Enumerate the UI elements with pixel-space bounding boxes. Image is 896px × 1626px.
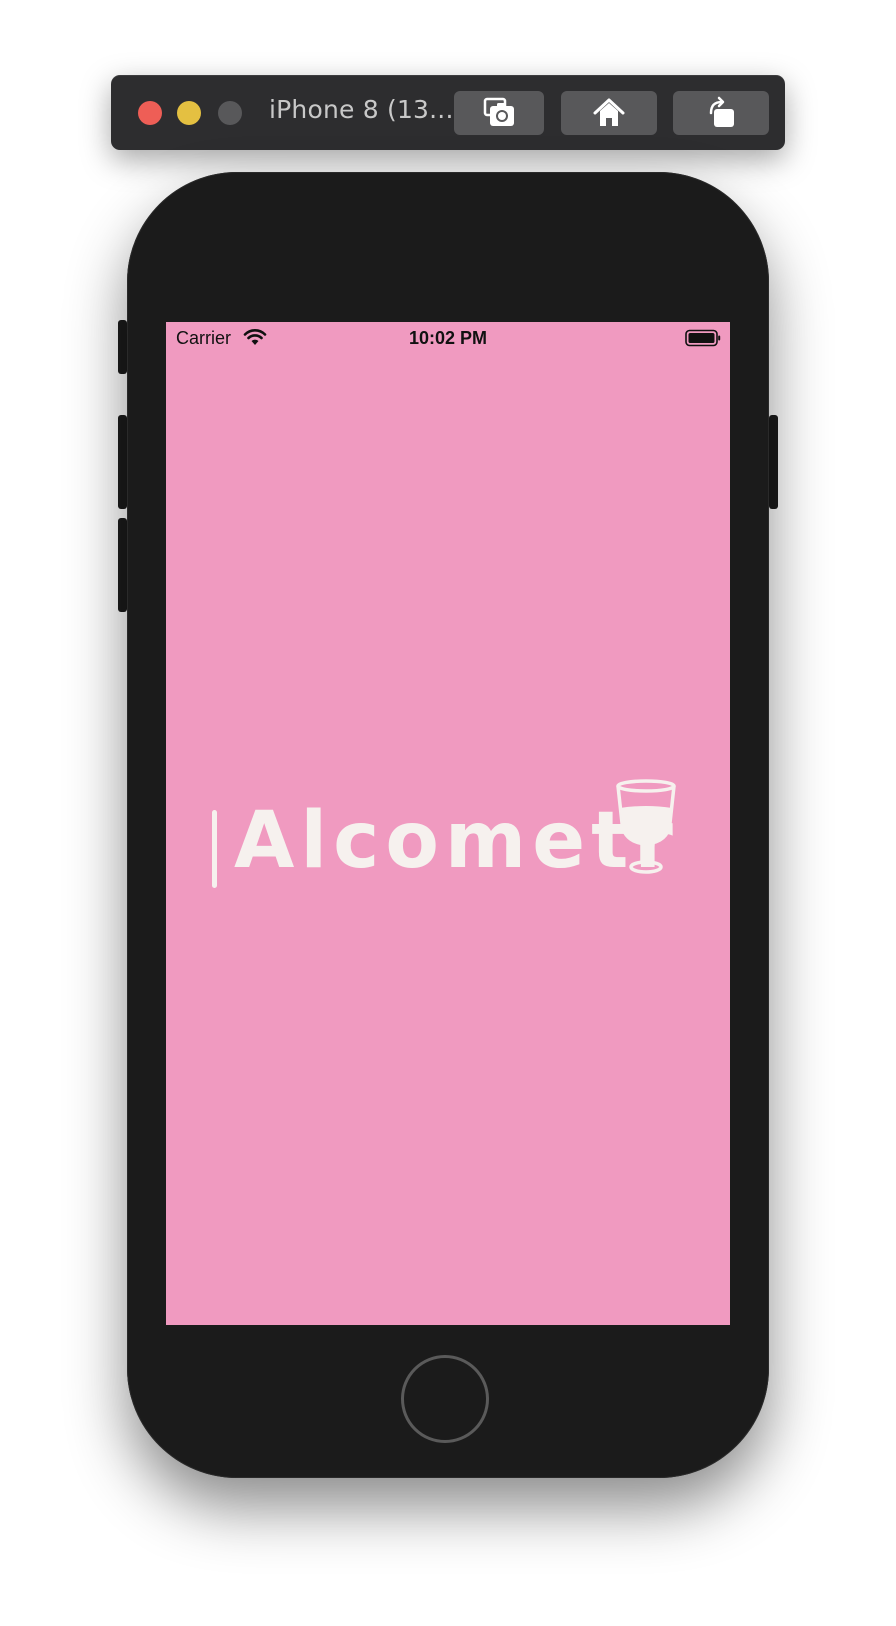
rotate-icon bbox=[709, 96, 734, 127]
house-icon bbox=[593, 98, 625, 126]
minimize-window-button[interactable] bbox=[177, 101, 201, 125]
volume-down-button[interactable] bbox=[118, 518, 127, 612]
wine-glass-icon bbox=[616, 779, 676, 874]
zoom-window-button[interactable] bbox=[218, 101, 242, 125]
status-time: 10:02 PM bbox=[408, 328, 488, 348]
device-home-button[interactable] bbox=[401, 1355, 489, 1443]
simulator-stage: iPhone 8 (13... Carrier 10:02 PM Alcomet… bbox=[0, 0, 896, 1626]
window-title: iPhone 8 (13... bbox=[269, 95, 454, 124]
close-window-button[interactable] bbox=[138, 101, 162, 125]
camera-icon bbox=[483, 97, 514, 126]
app-screen[interactable]: Carrier 10:02 PM Alcometr bbox=[166, 322, 730, 1325]
simulator-titlebar: iPhone 8 (13... bbox=[111, 75, 785, 150]
power-button[interactable] bbox=[769, 415, 778, 509]
app-logo: Alcometr bbox=[204, 778, 694, 908]
status-bar: Carrier 10:02 PM bbox=[166, 322, 730, 352]
rotate-button[interactable] bbox=[673, 91, 769, 135]
home-button-toolbar[interactable] bbox=[561, 91, 657, 135]
screenshot-button[interactable] bbox=[454, 91, 544, 135]
volume-up-button[interactable] bbox=[118, 415, 127, 509]
mute-switch[interactable] bbox=[118, 320, 127, 374]
battery-icon bbox=[685, 329, 721, 347]
logo-cursor-bar bbox=[212, 810, 217, 888]
logo-text: Alcometr bbox=[234, 796, 679, 886]
